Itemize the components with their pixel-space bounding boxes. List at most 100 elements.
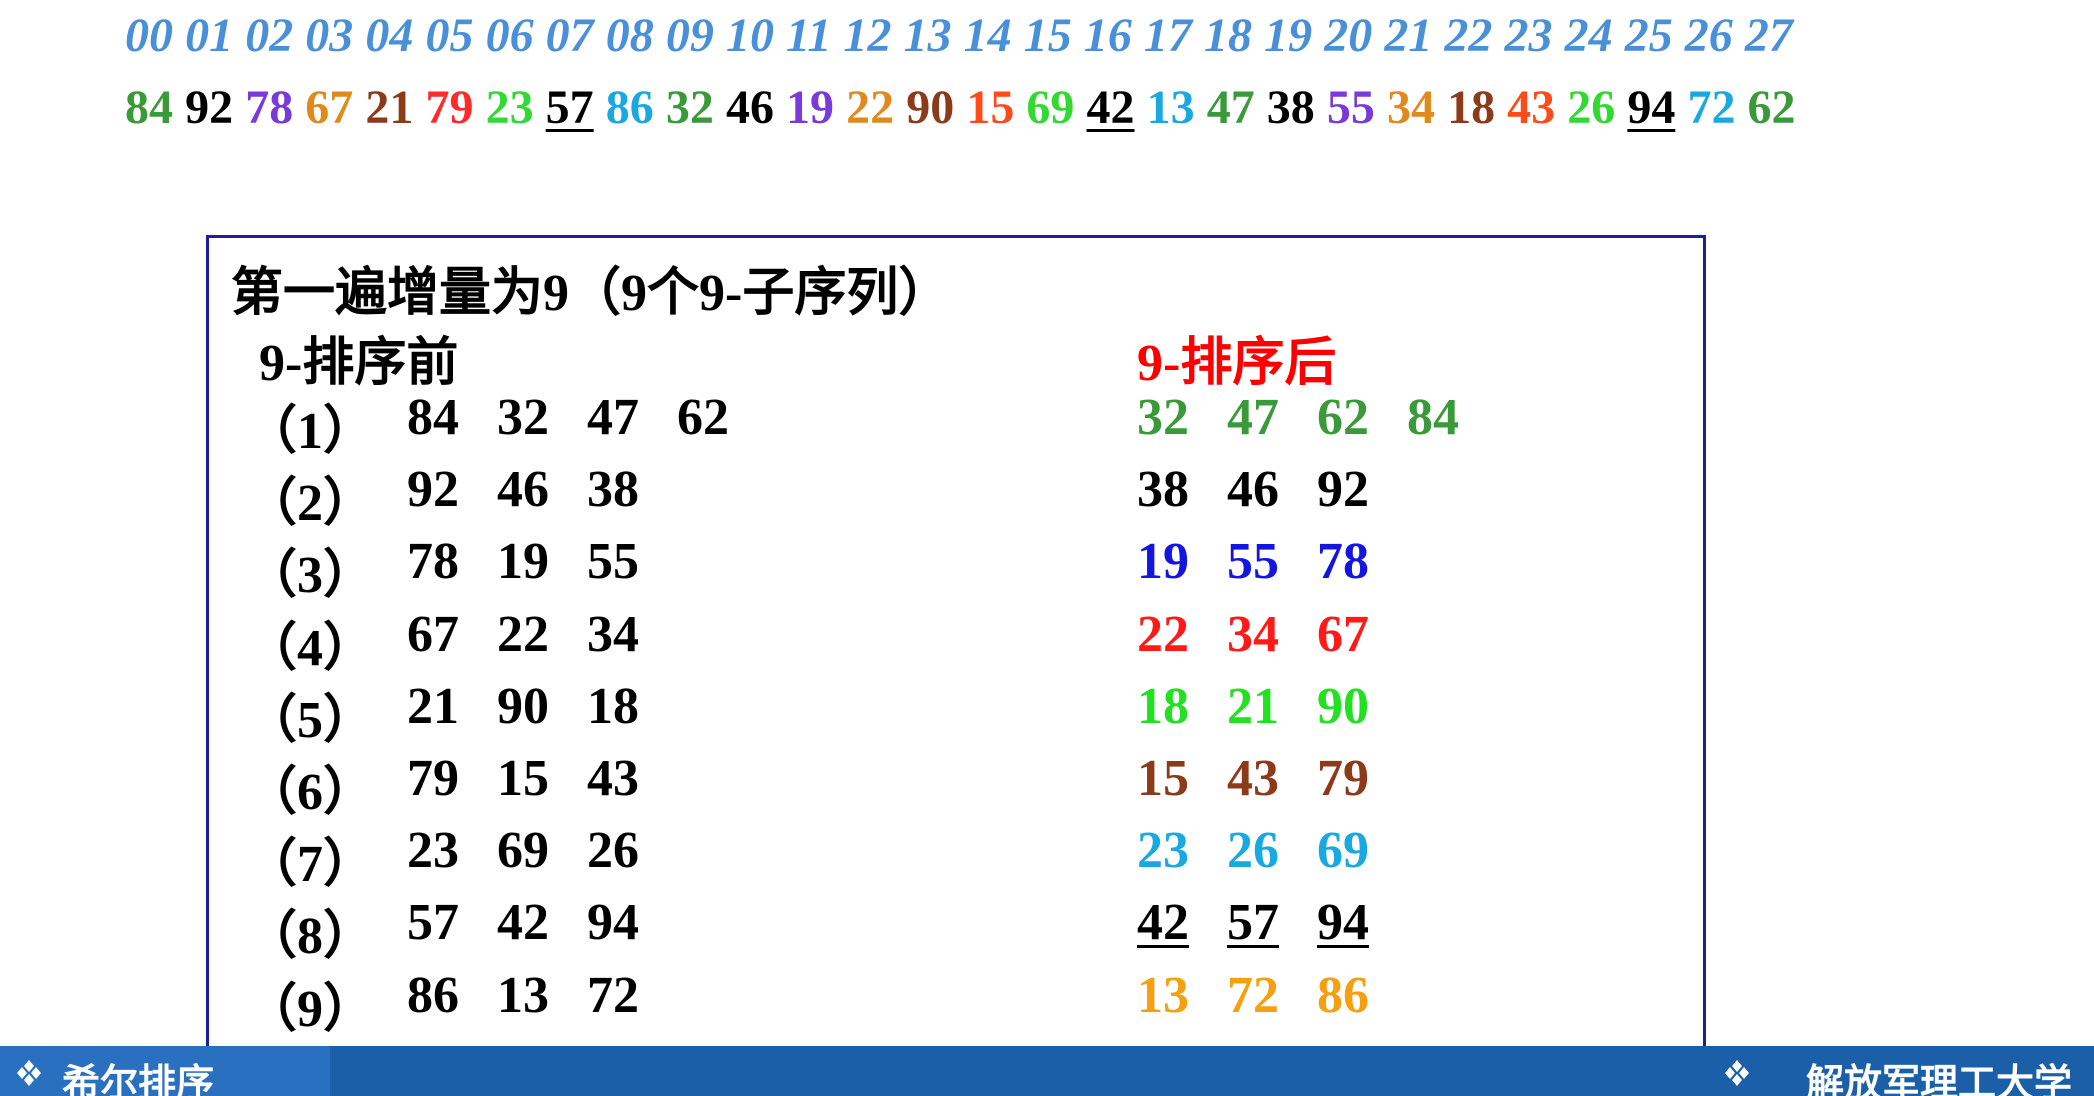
after-values: 23 26 69 <box>1137 821 1407 880</box>
array-value: 55 <box>1326 81 1375 134</box>
before-value: 32 <box>497 389 549 446</box>
before-values: 78 19 55 <box>407 532 677 591</box>
array-value: 67 <box>305 81 354 134</box>
after-values: 15 43 79 <box>1137 749 1407 808</box>
array-value: 22 <box>846 81 895 134</box>
array-value: 57 <box>545 81 594 134</box>
subsequence-label: （4） <box>245 619 376 677</box>
array-value: 38 <box>1266 81 1315 134</box>
array-value: 26 <box>1567 81 1616 134</box>
before-value: 62 <box>677 389 729 446</box>
array-index: 01 <box>185 9 234 62</box>
after-values: 13 72 86 <box>1137 966 1407 1025</box>
array-value: 15 <box>966 81 1015 134</box>
before-values: 67 22 34 <box>407 605 677 664</box>
before-value: 78 <box>407 533 459 591</box>
array-index: 22 <box>1444 9 1493 62</box>
array-value: 69 <box>1026 81 1075 134</box>
array-value: 78 <box>245 81 294 134</box>
subsequence-label: （1） <box>245 403 376 460</box>
index-row: 00 01 02 03 04 05 06 07 08 09 10 11 12 13 14 15 16 17 18 19… <box>125 8 1805 63</box>
subsequence-label: （7） <box>245 836 376 894</box>
after-value: 62 <box>1317 389 1369 446</box>
array-index: 12 <box>843 9 892 62</box>
array-value: 72 <box>1687 81 1736 134</box>
after-value: 15 <box>1137 750 1189 807</box>
subsequence-label: （9） <box>245 980 376 1038</box>
after-value: 13 <box>1137 966 1189 1024</box>
before-value: 90 <box>497 677 549 735</box>
array-value: 92 <box>185 81 234 134</box>
after-value: 19 <box>1137 533 1189 591</box>
after-values: 38 46 92 <box>1137 460 1407 519</box>
array-index: 06 <box>485 9 534 62</box>
array-index: 13 <box>903 9 952 62</box>
after-values: 32 47 62 84 <box>1137 388 1497 447</box>
array-value: 42 <box>1086 81 1135 134</box>
after-value: 84 <box>1407 389 1459 446</box>
after-value: 42 <box>1137 894 1189 952</box>
subsequence-label: （6） <box>245 764 376 821</box>
array-index: 27 <box>1744 9 1793 62</box>
after-value: 72 <box>1227 966 1279 1024</box>
array-index: 18 <box>1204 9 1253 62</box>
array-index: 04 <box>365 9 414 62</box>
array-value: 23 <box>485 81 534 134</box>
before-values: 84 32 47 62 <box>407 388 767 447</box>
subsequence-label: （3） <box>245 547 376 605</box>
before-value: 92 <box>407 461 459 519</box>
array-index: 03 <box>305 9 354 62</box>
before-value: 55 <box>587 533 639 591</box>
after-value: 67 <box>1317 605 1369 663</box>
after-values: 19 55 78 <box>1137 532 1407 591</box>
before-value: 43 <box>587 750 639 807</box>
after-value: 90 <box>1317 677 1369 735</box>
before-value: 13 <box>497 966 549 1024</box>
after-value: 47 <box>1227 389 1279 446</box>
before-value: 21 <box>407 677 459 735</box>
before-values: 57 42 94 <box>407 893 677 952</box>
after-value: 22 <box>1137 605 1189 663</box>
array-index: 10 <box>725 9 774 62</box>
before-value: 86 <box>407 966 459 1024</box>
footer-bar: 希尔排序 解放军理工大学 <box>0 1046 2094 1096</box>
before-value: 22 <box>497 605 549 663</box>
subsequence-label: （5） <box>245 691 376 749</box>
before-value: 79 <box>407 750 459 807</box>
before-values: 86 13 72 <box>407 966 677 1025</box>
array-value: 86 <box>605 81 654 134</box>
after-value: 69 <box>1317 822 1369 880</box>
array-index: 16 <box>1083 9 1132 62</box>
after-value: 46 <box>1227 461 1279 519</box>
after-value: 21 <box>1227 677 1279 735</box>
array-index: 26 <box>1684 9 1733 62</box>
before-values: 23 69 26 <box>407 821 677 880</box>
array-index: 25 <box>1624 9 1673 62</box>
before-sort-heading: 9-排序前 <box>259 335 459 392</box>
array-value: 21 <box>365 81 414 134</box>
before-value: 15 <box>497 750 549 807</box>
array-value: 94 <box>1627 81 1676 134</box>
before-value: 26 <box>587 822 639 880</box>
after-value: 92 <box>1317 461 1369 519</box>
after-value: 34 <box>1227 605 1279 663</box>
array-index: 07 <box>545 9 594 62</box>
array-index: 08 <box>605 9 654 62</box>
after-sort-heading: 9-排序后 <box>1137 335 1337 392</box>
after-values: 18 21 90 <box>1137 677 1407 736</box>
subsequence-label: （2） <box>245 475 376 533</box>
after-value: 94 <box>1317 894 1369 952</box>
array-index: 11 <box>786 9 832 62</box>
array-index: 19 <box>1264 9 1313 62</box>
after-value: 57 <box>1227 894 1279 952</box>
array-index: 14 <box>963 9 1012 62</box>
array-value: 84 <box>125 81 173 134</box>
before-values: 92 46 38 <box>407 460 677 519</box>
before-value: 84 <box>407 389 459 446</box>
array-value: 34 <box>1386 81 1435 134</box>
values-row: 84 92 78 67 21 79 23 57 86 32 46 19 22 90 15 69 42 13 47 38… <box>125 80 1808 135</box>
before-value: 38 <box>587 461 639 519</box>
array-index: 23 <box>1504 9 1553 62</box>
after-value: 38 <box>1137 461 1189 519</box>
before-value: 47 <box>587 389 639 446</box>
